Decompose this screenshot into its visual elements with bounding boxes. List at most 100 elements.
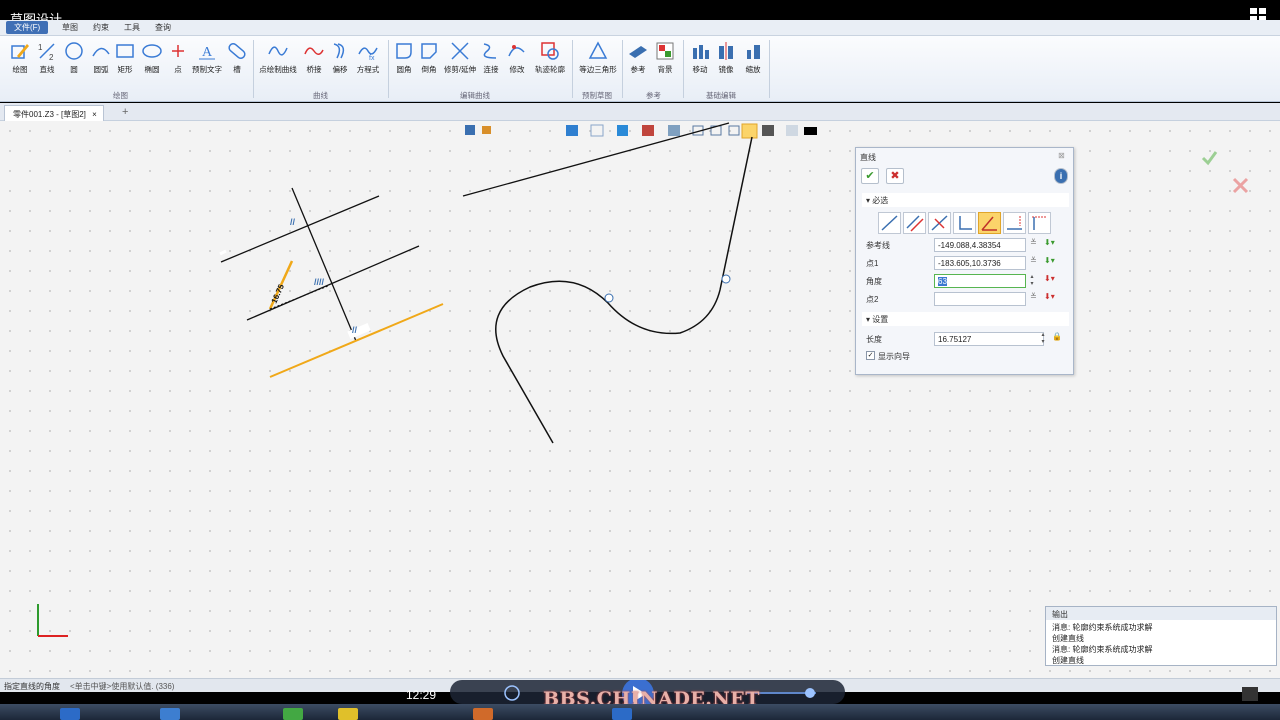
ribbon-background-button[interactable]: 背景 (649, 40, 681, 75)
mode-perpendicular[interactable] (928, 212, 951, 234)
menu-query[interactable]: 查询 (155, 22, 171, 33)
output-title: 输出 (1046, 607, 1276, 620)
expand-icon[interactable]: ≚ (1030, 256, 1037, 265)
document-tab[interactable]: 零件001.Z3 - [草图2] × (4, 105, 104, 121)
menu-tools[interactable]: 工具 (124, 22, 140, 33)
pick-icon[interactable]: ⬇▾ (1044, 274, 1055, 283)
info-icon[interactable]: i (1054, 168, 1068, 184)
close-icon[interactable]: ⊠ (1058, 151, 1065, 160)
ribbon-chamfer-button[interactable]: 倒角 (413, 40, 445, 75)
mode-angle[interactable] (978, 212, 1001, 234)
ribbon-label: 点绘制曲线 (259, 65, 297, 74)
draw-icon (11, 44, 29, 59)
ribbon-text-button[interactable]: A 预制文字 (191, 40, 223, 75)
taskbar-app-icon[interactable] (160, 708, 180, 720)
rectangle-icon (116, 44, 134, 58)
point1-label: 点1 (866, 259, 879, 268)
ribbon-modify-button[interactable]: 修改 (501, 40, 533, 75)
fullscreen-icon[interactable] (1242, 687, 1258, 701)
angle-spinner[interactable]: ▴ ▾ (1027, 274, 1037, 288)
taskbar-app-icon[interactable] (60, 708, 80, 720)
reference-icon (629, 46, 647, 58)
ribbon-point-curve-button[interactable]: 点绘制曲线 (258, 40, 298, 75)
sketch-drawing: // //// // 16.75 (37, 122, 1249, 637)
taskbar-app-icon[interactable] (338, 708, 358, 720)
mode-two-point[interactable] (878, 212, 901, 234)
output-line: 创建直线 (1052, 656, 1084, 665)
reference-line-field[interactable]: -149.088,4.38354 (934, 238, 1026, 252)
ribbon-trace-button[interactable]: 轨迹轮廓 (532, 40, 568, 75)
ribbon: 绘图 12 直线 圆 圆弧 矩形 椭圆 点 A 预制文字 槽 绘图 点绘制曲线 … (0, 36, 1280, 102)
group-label-preset: 预制草图 (582, 91, 612, 100)
required-section-label: 必选 (872, 196, 889, 205)
ribbon-triangle-button[interactable]: 等边三角形 (576, 40, 620, 75)
ribbon-label: 轨迹轮廓 (535, 65, 565, 74)
length-spinner[interactable]: ▴ ▾ (1038, 332, 1048, 346)
sketch-canvas[interactable]: // //// // 16.75 直线 ⊠ ✔ ✖ i ▾ 必选 参考线 -14… (0, 121, 1280, 678)
cancel-button[interactable]: ✖ (886, 168, 904, 184)
mode-parallel[interactable] (903, 212, 926, 234)
angle-field[interactable]: 63 (934, 274, 1026, 288)
group-label-edit-curve: 编辑曲线 (460, 91, 490, 100)
menu-file[interactable]: 文件(F) (6, 21, 49, 34)
sketch-line (462, 122, 730, 197)
point1-field[interactable]: -183.605,10.3736 (934, 256, 1026, 270)
move-icon (693, 45, 709, 59)
angle-label: 角度 (866, 277, 882, 286)
bridge-icon (304, 47, 324, 55)
ribbon-slot-button[interactable]: 槽 (221, 40, 253, 75)
mode-vertical[interactable] (953, 212, 976, 234)
show-guide-checkbox[interactable]: ✓ (866, 351, 875, 360)
settings-section-label: 设置 (872, 315, 889, 324)
point2-field[interactable] (934, 292, 1026, 306)
vertical-mode-icon (959, 216, 972, 230)
sketch-line (246, 245, 420, 321)
mirror-icon (719, 42, 733, 60)
required-section-header[interactable]: ▾ 必选 (862, 193, 1069, 207)
length-field[interactable]: 16.75127 (934, 332, 1044, 346)
mode-horizontal[interactable] (1003, 212, 1026, 234)
tangent-mode-icon (1032, 216, 1047, 230)
pick-icon[interactable]: ⬇▾ (1044, 256, 1055, 265)
group-label-draw: 绘图 (113, 91, 128, 100)
ok-button[interactable]: ✔ (861, 168, 879, 184)
add-tab-icon[interactable]: + (122, 106, 128, 118)
angle-value: 63 (938, 277, 947, 286)
angle-mode-icon (981, 216, 997, 231)
ribbon-equation-button[interactable]: fx 方程式 (352, 40, 384, 75)
pick-icon[interactable]: ⬇▾ (1044, 292, 1055, 301)
show-guide-label: 显示向导 (878, 352, 910, 361)
ribbon-scale-button[interactable]: 缩放 (737, 40, 769, 75)
volume-knob[interactable] (805, 688, 815, 698)
point2-label: 点2 (866, 295, 879, 304)
pick-icon[interactable]: ⬇▾ (1044, 238, 1055, 247)
ribbon-label: 等边三角形 (579, 65, 617, 74)
ribbon-label: 点 (174, 65, 182, 74)
ribbon-trim-button[interactable]: 修剪/延伸 (442, 40, 478, 75)
expand-icon[interactable]: ≚ (1030, 292, 1037, 301)
taskbar-app-icon[interactable] (473, 708, 493, 720)
ghost-check-icon (1201, 151, 1218, 166)
mode-tangent[interactable] (1028, 212, 1051, 234)
playback-time: 12:29 (406, 688, 437, 702)
group-separator (572, 40, 573, 98)
menu-constraint[interactable]: 约束 (93, 22, 109, 33)
circle-icon (65, 42, 83, 60)
equation-icon: fx (358, 47, 378, 62)
close-icon[interactable]: × (92, 110, 97, 119)
output-line: 消息: 轮廓约束系统成功求解 (1052, 623, 1153, 632)
tangent-point (604, 293, 614, 303)
lock-icon[interactable]: 🔒 (1052, 332, 1062, 341)
expand-icon[interactable]: ≚ (1030, 238, 1037, 247)
taskbar-app-icon[interactable] (283, 708, 303, 720)
menu-sketch[interactable]: 草图 (62, 22, 78, 33)
reference-line-label: 参考线 (866, 241, 890, 250)
ribbon-label: 倒角 (421, 65, 437, 74)
sketch-line (291, 187, 357, 342)
view-toolbar[interactable] (465, 123, 817, 139)
dimension-label: 16.75 (270, 282, 287, 304)
ribbon-point-button[interactable]: 点 (162, 40, 194, 75)
offset-icon (333, 43, 345, 59)
settings-section-header[interactable]: ▾ 设置 (862, 312, 1069, 326)
taskbar-app-icon[interactable] (612, 708, 632, 720)
